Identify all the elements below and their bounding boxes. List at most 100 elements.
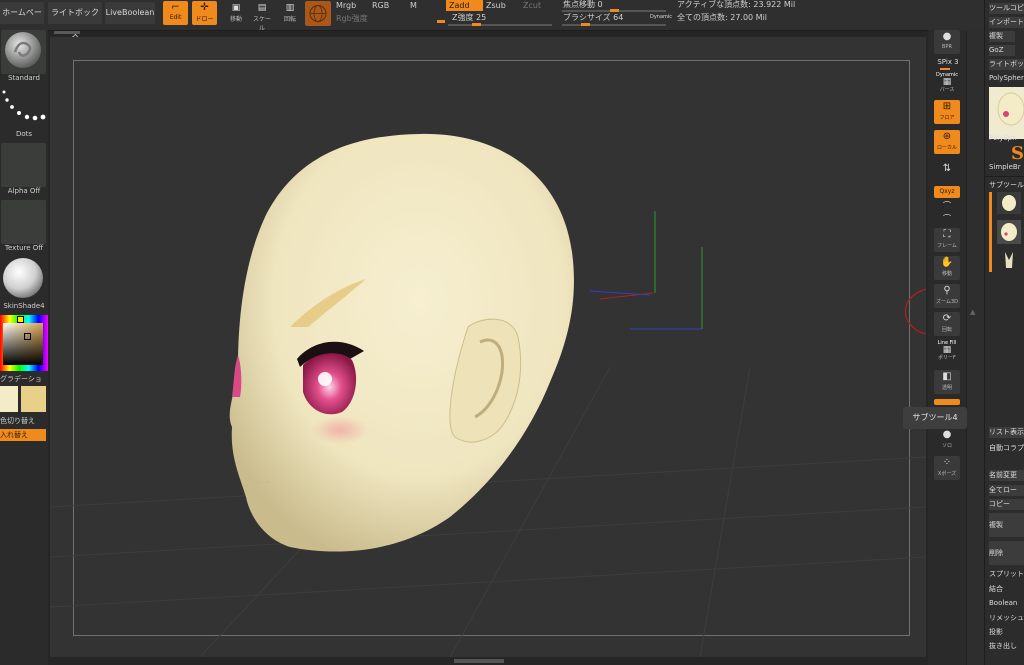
subtool-item-2[interactable] bbox=[997, 220, 1021, 244]
z-intensity-track[interactable] bbox=[448, 23, 552, 26]
m-toggle[interactable]: M bbox=[410, 0, 430, 11]
solo-button[interactable]: ● ソロ bbox=[934, 428, 960, 452]
rgb-intensity-knob[interactable] bbox=[437, 20, 445, 23]
duplicate-button[interactable]: 複製 bbox=[989, 513, 1024, 537]
tool-item-clone[interactable]: 複製 bbox=[989, 31, 1015, 42]
perspective-button[interactable]: Dynamic ▦ パース bbox=[934, 72, 960, 96]
hue-marker[interactable] bbox=[17, 316, 24, 323]
copy-button[interactable]: コピー bbox=[989, 499, 1024, 510]
floor-button[interactable]: ⊞ フロア bbox=[934, 100, 960, 124]
switch-color-button[interactable]: 色切り替え bbox=[0, 416, 48, 426]
move-button[interactable]: ▣ 移動 bbox=[225, 2, 247, 24]
rotate-view-button[interactable]: ⟳ 回転 bbox=[934, 312, 960, 336]
move-view-label: 移動 bbox=[941, 271, 952, 277]
current-tool-thumbnail[interactable] bbox=[989, 87, 1024, 139]
local-button[interactable]: ⊛ ローカル bbox=[934, 130, 960, 154]
bpr-icon: ● bbox=[942, 31, 952, 42]
transparent-button[interactable]: ◧ 透明 bbox=[934, 370, 960, 394]
remesh-menu[interactable]: リメッシュ bbox=[989, 613, 1024, 624]
focal-shift-knob[interactable] bbox=[610, 9, 619, 12]
color-picker[interactable] bbox=[0, 315, 48, 371]
merge-menu[interactable]: 結合 bbox=[989, 584, 1024, 595]
right-scroll-strip[interactable]: ▲ bbox=[966, 30, 985, 665]
brush-label: Standard bbox=[8, 74, 40, 82]
secondary-color-swatch[interactable] bbox=[0, 386, 18, 412]
collapse-arrow-icon[interactable]: ▲ bbox=[970, 308, 976, 320]
extract-menu[interactable]: 抜き出し bbox=[989, 641, 1024, 652]
project-menu[interactable]: 投影 bbox=[989, 627, 1024, 638]
simplebrush-s-icon[interactable]: S bbox=[1011, 143, 1024, 164]
brush-size-track[interactable] bbox=[562, 23, 666, 26]
z-intensity-knob[interactable] bbox=[472, 23, 481, 26]
brush-thumbnail[interactable] bbox=[1, 30, 46, 74]
auto-collapse-toggle[interactable]: 自動コラプス bbox=[989, 443, 1024, 454]
spix-slider[interactable]: SPix 3 bbox=[932, 58, 964, 66]
local-icon: ⊛ bbox=[942, 131, 952, 142]
list-display-button[interactable]: リスト表示 bbox=[989, 427, 1024, 438]
persp-label: パース bbox=[939, 87, 955, 93]
tool-item-polysphere: PolySphere bbox=[989, 74, 1024, 82]
mrgb-toggle[interactable]: Mrgb bbox=[336, 0, 364, 11]
sym-toggle-1[interactable]: ⌒ bbox=[934, 200, 960, 212]
lightbox-button[interactable]: ライトボックス bbox=[48, 2, 102, 39]
top-tray-handle[interactable] bbox=[54, 31, 80, 34]
subtool-scrollbar[interactable] bbox=[989, 192, 992, 272]
edit-icon: ⌐ bbox=[171, 2, 180, 13]
tool-item-import[interactable]: インポート bbox=[989, 17, 1024, 28]
main-color-swatch[interactable] bbox=[21, 386, 46, 412]
ghost-toggle[interactable] bbox=[934, 399, 960, 405]
brush-size-knob[interactable] bbox=[581, 23, 590, 26]
subtool-item-1[interactable] bbox=[997, 192, 1021, 214]
xyz-button[interactable]: Qxyz bbox=[934, 186, 960, 198]
tool-item-goz[interactable]: GoZ bbox=[989, 45, 1015, 56]
xpose-button[interactable]: ⁘ Xポーズ bbox=[934, 456, 960, 480]
texture-thumbnail[interactable] bbox=[1, 200, 46, 244]
draw-button[interactable]: ✛ ドロー bbox=[192, 1, 217, 25]
frame-button[interactable]: ⛶ フレーム bbox=[934, 228, 960, 252]
rename-button[interactable]: 名前変更 bbox=[989, 470, 1024, 481]
polyframe-button[interactable]: Line Fill ▦ ポリーF bbox=[934, 340, 960, 364]
zcut-toggle[interactable]: Zcut bbox=[523, 0, 553, 11]
move-view-button[interactable]: ✋ 移動 bbox=[934, 256, 960, 280]
subtool-header[interactable]: サブツール bbox=[989, 180, 1024, 191]
grid-icon: ▦ bbox=[942, 77, 952, 87]
tool-item-copy[interactable]: ツールコピ bbox=[989, 3, 1024, 14]
rotate-button[interactable]: ▥ 回転 bbox=[279, 2, 301, 24]
zadd-toggle[interactable]: Zadd bbox=[446, 0, 483, 11]
zoom3d-button[interactable]: ⚲ ズーム3D bbox=[934, 284, 960, 308]
color-saturation-square[interactable] bbox=[3, 323, 43, 365]
scale-icon: ▤ bbox=[257, 3, 267, 13]
delete-button[interactable]: 削除 bbox=[989, 541, 1024, 565]
rotation-gizmo-arc bbox=[904, 288, 926, 335]
sym-toggle-2[interactable]: ⌒ bbox=[934, 213, 960, 225]
bpr-button[interactable]: ● BPR bbox=[934, 30, 960, 54]
subtool-item-3[interactable] bbox=[997, 250, 1021, 272]
scale-button[interactable]: ▤ スケール bbox=[251, 2, 273, 32]
bpr-label: BPR bbox=[942, 44, 952, 50]
bottom-tray-handle[interactable] bbox=[454, 659, 504, 663]
head-subtool-icon-1 bbox=[1002, 195, 1016, 211]
dynamic-toggle[interactable]: Dynamic bbox=[650, 12, 678, 22]
home-page-button[interactable]: ホームページ bbox=[0, 2, 44, 39]
spix-knob[interactable] bbox=[940, 68, 950, 70]
move-icon: ▣ bbox=[231, 3, 241, 13]
stroke-thumbnail[interactable] bbox=[1, 86, 46, 130]
zsub-toggle[interactable]: Zsub bbox=[486, 0, 516, 11]
color-marker[interactable] bbox=[24, 333, 31, 340]
rgb-intensity-slider[interactable]: Rgb強度 bbox=[336, 13, 436, 24]
tool-item-lightbox[interactable]: ライトボックス bbox=[989, 59, 1024, 70]
laz-button[interactable]: ⇅ bbox=[934, 162, 960, 186]
swap-color-button[interactable]: 入れ替え bbox=[0, 429, 46, 441]
edit-button[interactable]: ⌐ Edit bbox=[163, 1, 188, 25]
rgb-toggle[interactable]: RGB bbox=[372, 0, 400, 11]
material-thumbnail[interactable] bbox=[1, 256, 46, 300]
draw-icon: ✛ bbox=[200, 2, 209, 13]
anime-head-model bbox=[229, 133, 574, 552]
split-menu[interactable]: スプリット bbox=[989, 569, 1024, 580]
live-boolean-button[interactable]: LiveBoolean bbox=[105, 2, 155, 24]
all-low-button[interactable]: 全てロー bbox=[989, 485, 1024, 496]
material-sphere-button[interactable] bbox=[305, 1, 331, 26]
polyframe-icon: ▦ bbox=[942, 345, 952, 355]
alpha-thumbnail[interactable] bbox=[1, 143, 46, 187]
boolean-menu[interactable]: Boolean bbox=[989, 598, 1024, 609]
